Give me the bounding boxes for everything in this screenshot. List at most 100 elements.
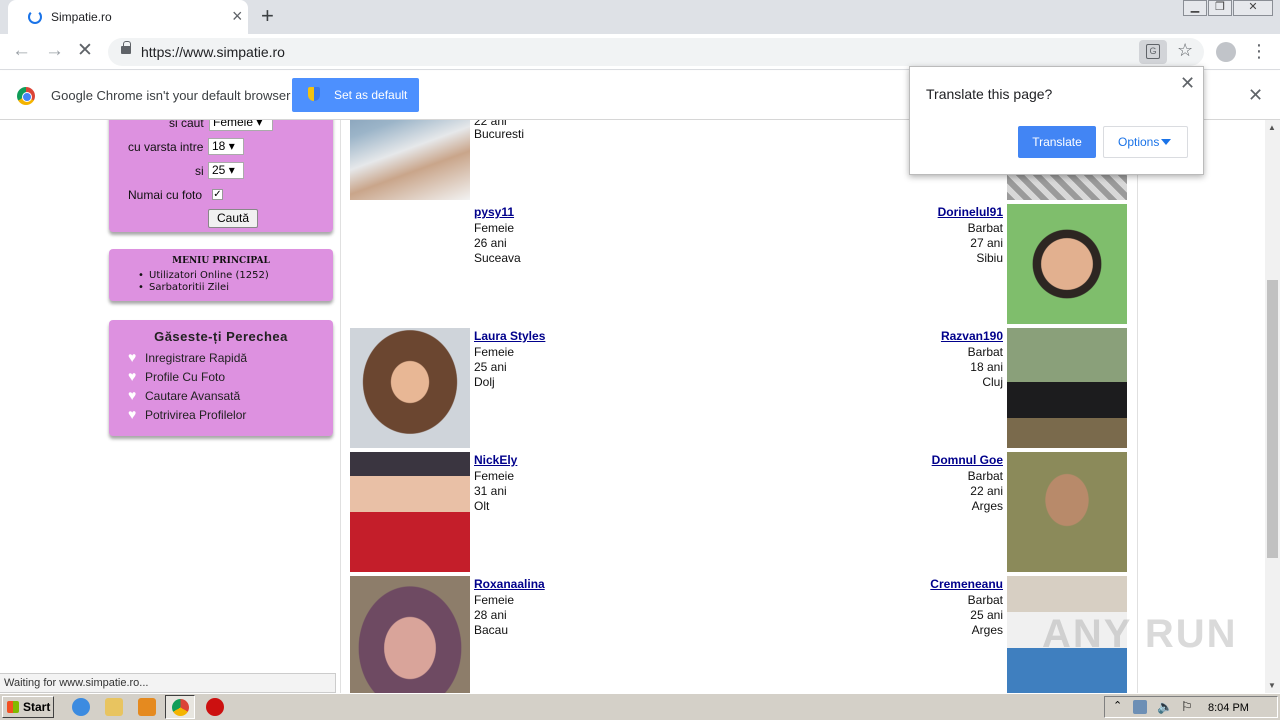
lock-icon[interactable] <box>121 41 131 54</box>
birthdays-link[interactable]: Sarbatoritii Zilei <box>138 282 229 293</box>
heart-icon: ♥ <box>128 406 137 422</box>
translate-popup: Translate this page? ✕ Translate Options <box>909 66 1204 175</box>
tab-close-icon[interactable]: × <box>232 7 243 25</box>
translate-close-icon[interactable]: ✕ <box>1180 73 1195 94</box>
age-min-select[interactable]: 18 ▾ <box>208 138 244 155</box>
profile-age: 25 ani <box>970 608 1003 622</box>
restore-button[interactable]: ❐ <box>1208 0 1232 16</box>
profile-gender: Barbat <box>967 469 1003 483</box>
profile-gender: Barbat <box>967 593 1003 607</box>
scrollbar-thumb[interactable] <box>1267 280 1278 558</box>
profile-age: 25 ani <box>474 360 507 374</box>
profile-photo[interactable] <box>350 452 470 572</box>
profile-city: Bacau <box>474 623 509 637</box>
profile-gender: Femeie <box>474 469 515 483</box>
tab-strip: Simpatie.ro × + ▁ ❐ ✕ <box>0 0 1280 34</box>
profile-match-link[interactable]: Potrivirea Profilelor <box>145 408 246 422</box>
shield-icon <box>308 87 320 101</box>
set-as-default-button[interactable]: Set as default <box>292 78 419 112</box>
profile-age: 18 ani <box>970 360 1003 374</box>
network-icon[interactable] <box>1133 700 1147 714</box>
more-menu-icon[interactable]: ⋮ <box>1250 40 1268 62</box>
opera-icon[interactable] <box>206 698 224 716</box>
file-explorer-icon[interactable] <box>105 698 123 716</box>
and-label: si <box>195 164 204 178</box>
quick-register-link[interactable]: Inregistrare Rapidă <box>145 351 247 365</box>
url-text[interactable]: https://www.simpatie.ro <box>141 44 285 60</box>
profile-name-link[interactable]: Cremeneanu <box>903 577 1003 591</box>
profile-gender: Barbat <box>967 221 1003 235</box>
seeking-label: si caut <box>169 120 204 130</box>
window-close-button[interactable]: ✕ <box>1233 0 1273 16</box>
online-users-link[interactable]: Utilizatori Online (1252) <box>138 270 269 281</box>
profile-gender: Femeie <box>474 345 515 359</box>
anyrun-watermark: ANY RUN <box>1042 612 1238 656</box>
profile-age: 26 ani <box>474 236 507 250</box>
profile-photo[interactable] <box>1007 328 1127 448</box>
profile-photo[interactable] <box>350 328 470 448</box>
profile-gender: Barbat <box>967 345 1003 359</box>
heart-icon: ♥ <box>128 368 137 384</box>
search-button[interactable]: Caută <box>208 209 258 228</box>
translate-popup-title: Translate this page? <box>926 86 1053 102</box>
photo-profiles-link[interactable]: Profile Cu Foto <box>145 370 225 384</box>
back-arrow-icon[interactable]: ← <box>12 41 31 61</box>
status-bubble: Waiting for www.simpatie.ro... <box>0 673 336 693</box>
media-player-icon[interactable] <box>138 698 156 716</box>
profile-name-link[interactable]: pysy11 <box>474 205 514 219</box>
profile-city: Suceava <box>474 251 521 265</box>
loading-spinner-icon <box>28 10 42 24</box>
seeking-select[interactable]: Femeie ▾ <box>209 120 273 131</box>
volume-icon[interactable]: 🔈 <box>1157 699 1173 715</box>
profile-name-link[interactable]: Dorinelul91 <box>903 205 1003 219</box>
scroll-up-arrow-icon[interactable]: ▲ <box>1268 123 1276 132</box>
flag-icon[interactable]: ⚐ <box>1181 699 1193 715</box>
scroll-down-arrow-icon[interactable]: ▼ <box>1268 681 1276 690</box>
set-as-default-label: Set as default <box>334 88 408 102</box>
profile-photo[interactable] <box>1007 452 1127 572</box>
translate-button[interactable]: Translate <box>1018 126 1096 158</box>
find-partner-title: Găseste-ți Perechea <box>154 329 288 344</box>
seeking-value: Femeie <box>213 120 254 129</box>
internet-explorer-icon[interactable] <box>72 698 90 716</box>
profile-avatar-icon[interactable] <box>1216 42 1236 62</box>
main-menu-box: MENIU PRINCIPAL Utilizatori Online (1252… <box>109 249 333 301</box>
profile-age: 31 ani <box>474 484 507 498</box>
profile-gender: Femeie <box>474 593 515 607</box>
bookmark-star-icon[interactable]: ☆ <box>1177 40 1193 61</box>
tab-title: Simpatie.ro <box>51 10 112 24</box>
page-scrollbar[interactable]: ▲ ▼ <box>1265 120 1280 693</box>
age-max-value: 25 <box>212 163 226 177</box>
chrome-taskbar-button[interactable] <box>165 695 195 719</box>
profile-name-link[interactable]: NickEly <box>474 453 517 467</box>
minimize-button[interactable]: ▁ <box>1183 0 1207 16</box>
tray-expand-icon[interactable]: ⌃ <box>1113 699 1122 712</box>
heart-icon: ♥ <box>128 349 137 365</box>
chrome-logo-icon <box>17 87 35 105</box>
age-range-label: cu varsta intre <box>128 140 204 154</box>
profile-photo[interactable] <box>350 576 470 693</box>
profile-gender: Femeie <box>474 221 515 235</box>
profile-city: Sibiu <box>976 251 1003 265</box>
age-max-select[interactable]: 25 ▾ <box>208 162 244 179</box>
photo-only-label: Numai cu foto <box>128 188 203 202</box>
profile-name-link[interactable]: Domnul Goe <box>903 453 1003 467</box>
heart-icon: ♥ <box>128 387 137 403</box>
profile-name-link[interactable]: Razvan190 <box>903 329 1003 343</box>
profile-city: Arges <box>971 623 1003 637</box>
profile-photo[interactable] <box>1007 204 1127 324</box>
start-button[interactable]: Start <box>2 696 54 718</box>
stop-loading-icon[interactable]: ✕ <box>77 41 93 61</box>
profile-photo[interactable] <box>350 120 470 200</box>
advanced-search-link[interactable]: Cautare Avansată <box>145 389 240 403</box>
translate-icon[interactable]: G <box>1139 40 1167 64</box>
profile-name-link[interactable]: Roxanaalina <box>474 577 545 591</box>
infobar-close-icon[interactable]: ✕ <box>1248 85 1263 105</box>
forward-arrow-icon[interactable]: → <box>45 41 64 61</box>
new-tab-button[interactable]: + <box>261 4 274 28</box>
profile-age: 22 ani <box>970 484 1003 498</box>
photo-only-checkbox[interactable]: ✓ <box>212 189 223 200</box>
profile-name-link[interactable]: Laura Styles <box>474 329 545 343</box>
browser-tab[interactable]: Simpatie.ro × <box>8 0 248 34</box>
translate-options-button[interactable]: Options <box>1103 126 1188 158</box>
